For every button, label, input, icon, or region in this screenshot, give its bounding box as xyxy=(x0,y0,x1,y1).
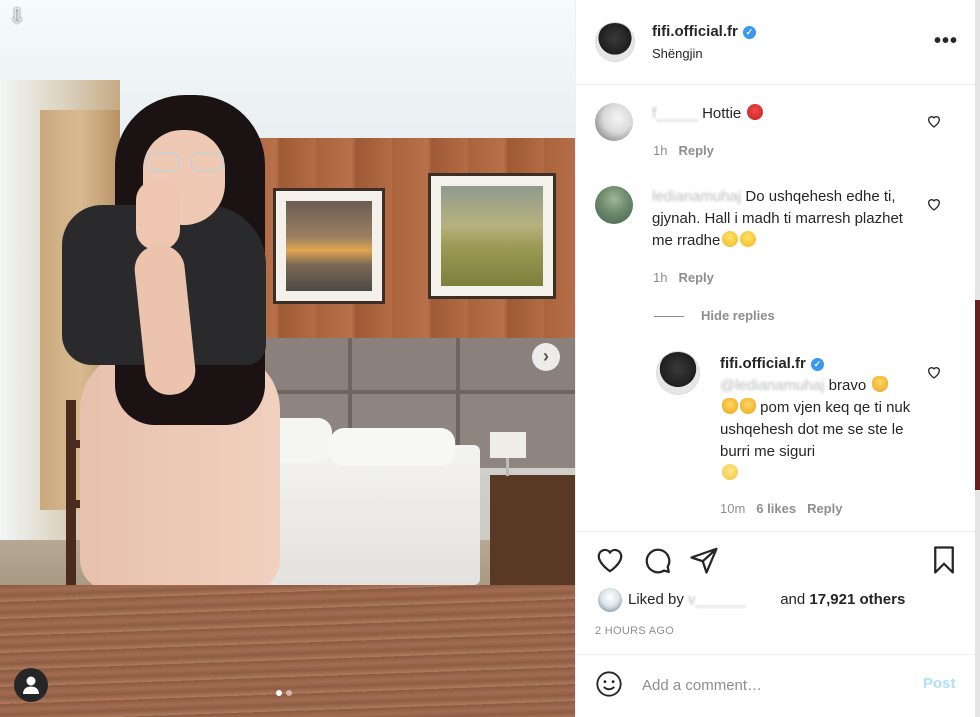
post-actions: Liked by v______ and 17,921 others 2 HOU… xyxy=(576,531,979,654)
post-timestamp[interactable]: 2 HOURS AGO xyxy=(595,625,674,637)
heart-icon[interactable] xyxy=(926,196,942,212)
user-tag-icon[interactable] xyxy=(14,668,48,702)
liker-username[interactable]: v______ xyxy=(688,591,776,608)
photo-lamp-stem xyxy=(506,458,509,476)
likes-count[interactable]: 17,921 others xyxy=(809,591,905,608)
joy-emoji-icon xyxy=(740,231,757,247)
clap-emoji-icon xyxy=(722,398,738,414)
reply-mention[interactable]: @ledianamuhaj xyxy=(720,377,824,394)
photo-nightstand xyxy=(490,475,575,585)
photo-person-hand xyxy=(136,180,180,250)
post-header: fifi.official.fr ✓ Shëngjin ••• xyxy=(576,0,979,85)
likes-summary: Liked by v______ and 17,921 others xyxy=(628,591,905,608)
likes-middle: and xyxy=(780,591,806,608)
post-location[interactable]: Shëngjin xyxy=(652,46,703,61)
photo-lamp xyxy=(490,432,526,458)
more-options-icon[interactable]: ••• xyxy=(934,30,958,53)
username-text[interactable]: fifi.official.fr xyxy=(652,23,738,40)
heart-icon[interactable] xyxy=(595,545,625,575)
download-icon[interactable]: ⇩ xyxy=(6,6,28,28)
comment-text: Hottie xyxy=(702,105,742,122)
photo-glasses xyxy=(146,152,230,174)
comment-avatar[interactable] xyxy=(595,103,633,141)
comment-username[interactable]: ledianamuhaj xyxy=(652,188,741,205)
comment-username[interactable]: f_____ xyxy=(652,105,698,122)
post-button[interactable]: Post xyxy=(923,675,956,692)
comment-meta: 1h Reply xyxy=(653,143,714,158)
clap-emoji-icon xyxy=(740,398,756,414)
comment-input[interactable] xyxy=(642,673,912,697)
smile-icon[interactable] xyxy=(595,670,623,698)
photo-table xyxy=(0,585,575,717)
heart-icon[interactable] xyxy=(926,113,942,129)
comment-body: f_____ Hottie xyxy=(652,103,932,125)
clap-emoji-icon xyxy=(872,376,889,392)
reply-body: @ledianamuhaj bravo pom vjen keq qe ti n… xyxy=(720,375,920,485)
comment-avatar[interactable] xyxy=(595,186,633,224)
comment-icon[interactable] xyxy=(642,545,672,575)
hide-replies-button[interactable]: Hide replies xyxy=(654,308,775,323)
reply-username[interactable]: fifi.official.fr ✓ xyxy=(720,353,824,375)
photo-painting-right xyxy=(428,173,556,299)
joy-emoji-icon xyxy=(722,231,739,247)
post-details-panel: fifi.official.fr ✓ Shëngjin ••• f_____ Ho… xyxy=(575,0,979,717)
carousel-dot-active xyxy=(276,690,282,696)
carousel-dots xyxy=(276,690,292,696)
chevron-right-icon[interactable]: › xyxy=(532,343,560,371)
send-icon[interactable] xyxy=(689,545,719,575)
eye-roll-emoji-icon xyxy=(722,464,738,480)
window-edge-background xyxy=(975,300,980,490)
carousel-dot xyxy=(286,690,292,696)
photo-painting-left xyxy=(273,188,385,304)
reply-button[interactable]: Reply xyxy=(678,143,713,158)
reply-button[interactable]: Reply xyxy=(678,270,713,285)
comment-time: 1h xyxy=(653,270,668,285)
reply-text: bravo xyxy=(828,377,867,394)
comments-list: f_____ Hottie 1h Reply ledianamuhaj Do us… xyxy=(576,86,979,530)
username-text[interactable]: fifi.official.fr xyxy=(720,355,806,372)
post-photo[interactable]: ⇩ › xyxy=(0,0,575,717)
reply-meta: 10m 6 likes Reply xyxy=(720,501,842,516)
avatar[interactable] xyxy=(656,351,700,395)
post-username[interactable]: fifi.official.fr ✓ xyxy=(652,23,756,40)
add-comment-bar: Post xyxy=(576,654,979,717)
likes-prefix: Liked by xyxy=(628,591,684,608)
reply-time: 10m xyxy=(720,501,746,516)
comment-meta: 1h Reply xyxy=(653,270,714,285)
verified-badge-icon: ✓ xyxy=(810,358,824,371)
reply-likes[interactable]: 6 likes xyxy=(756,501,796,516)
heart-icon[interactable] xyxy=(926,364,942,380)
angry-face-emoji-icon xyxy=(747,104,764,120)
comment-time: 1h xyxy=(653,143,668,158)
bookmark-icon[interactable] xyxy=(929,545,959,575)
avatar[interactable] xyxy=(595,22,635,62)
verified-badge-icon: ✓ xyxy=(742,26,756,39)
comment-body: ledianamuhaj Do ushqehesh edhe ti, gjyna… xyxy=(652,186,922,252)
reply-button[interactable]: Reply xyxy=(807,501,842,516)
liker-avatar[interactable] xyxy=(598,588,622,612)
photo-pillow xyxy=(330,428,455,466)
